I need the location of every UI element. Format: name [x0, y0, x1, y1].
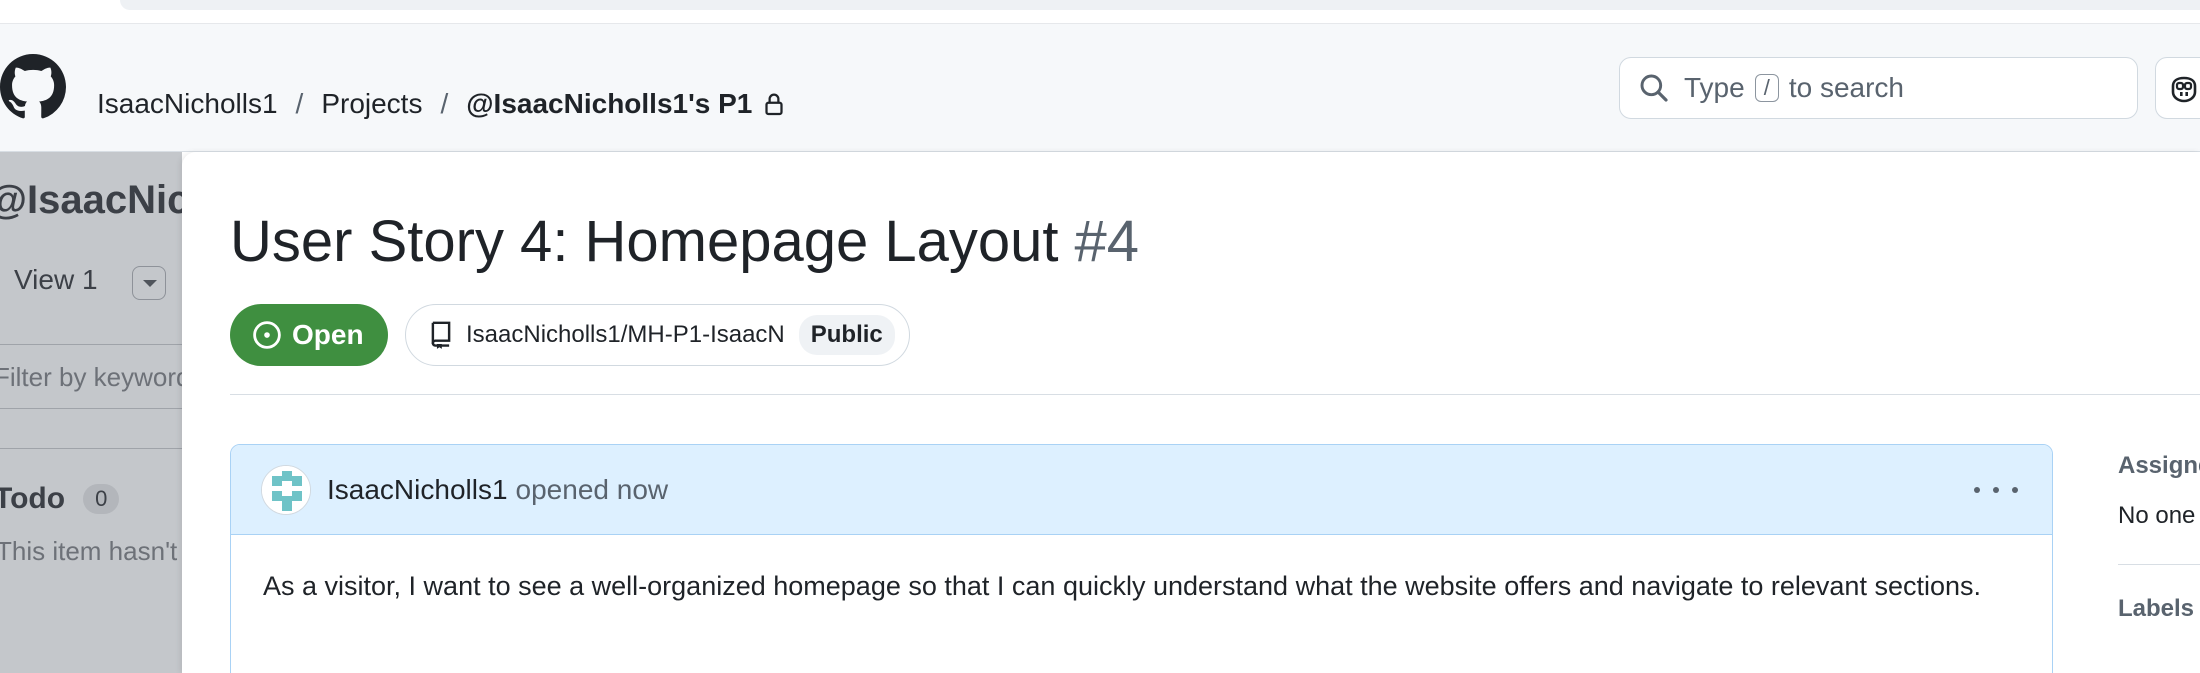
repository-link[interactable]: IsaacNicholls1/MH-P1-IsaacN Public — [405, 304, 910, 366]
divider — [0, 344, 182, 345]
issue-title: User Story 4: Homepage Layout #4 — [230, 208, 1139, 275]
labels-heading[interactable]: Labels — [2118, 595, 2200, 623]
breadcrumb-separator: / — [295, 88, 304, 119]
view-tab[interactable]: View 1 — [0, 264, 98, 296]
search-prefix: Type — [1684, 72, 1745, 103]
issue-number: #4 — [1074, 209, 1140, 274]
assignees-heading[interactable]: Assignees — [2118, 452, 2200, 480]
project-title: @IsaacNicholls1's P1 — [0, 178, 182, 222]
board-column-header: Todo 0 — [0, 482, 120, 516]
browser-tab-shadow — [120, 0, 2200, 10]
divider — [0, 408, 182, 409]
breadcrumb-project[interactable]: @IsaacNicholls1's P1 — [466, 88, 752, 120]
issue-state-badge: Open — [230, 304, 388, 366]
comment-body: As a visitor, I want to see a well-organ… — [263, 571, 1981, 601]
identicon-icon — [262, 465, 310, 514]
filter-input[interactable]: Filter by keyword or by field — [0, 362, 182, 393]
issue-comment: IsaacNicholls1 opened now As a visitor, … — [230, 444, 2053, 673]
breadcrumb-projects[interactable]: Projects — [321, 88, 422, 120]
column-name: Todo — [0, 482, 66, 515]
assignees-value: No one — [2118, 502, 2196, 529]
copilot-icon — [2171, 76, 2197, 103]
global-header: IsaacNicholls1 / Projects / @IsaacNichol… — [0, 24, 2200, 152]
column-count: 0 — [83, 484, 120, 514]
breadcrumb-owner[interactable]: IsaacNicholls1 — [97, 88, 278, 120]
divider — [230, 394, 2200, 395]
column-empty-text: This item hasn't been started — [0, 536, 182, 566]
copilot-button[interactable] — [2155, 57, 2200, 119]
issue-title-text: User Story 4: Homepage Layout — [230, 209, 1059, 274]
view-tab-label: View 1 — [14, 264, 98, 295]
search-input[interactable]: Type / to search — [1619, 57, 2138, 119]
issue-metadata-sidebar: Assignees No one Labels — [2118, 452, 2200, 623]
comment-author[interactable]: IsaacNicholls1 — [327, 474, 508, 506]
avatar[interactable] — [261, 464, 311, 515]
search-shortcut-key: / — [1754, 74, 1779, 102]
browser-top-strip — [0, 0, 2200, 24]
issue-state-label: Open — [292, 319, 364, 350]
dot — [1974, 487, 1980, 493]
view-options-dropdown[interactable] — [132, 266, 166, 300]
dot — [1993, 487, 1999, 493]
search-icon — [1640, 74, 1668, 102]
comment-header: IsaacNicholls1 opened now — [231, 445, 2052, 535]
kebab-icon[interactable] — [1974, 475, 2018, 505]
repository-name: IsaacNicholls1/MH-P1-IsaacN — [466, 321, 785, 348]
breadcrumb: IsaacNicholls1 / Projects / @IsaacNichol… — [97, 88, 784, 120]
search-suffix: to search — [1788, 72, 1904, 103]
issue-opened-icon — [253, 321, 281, 349]
divider — [2118, 564, 2200, 565]
project-board-background: @IsaacNicholls1's P1 View 1 Filter by ke… — [0, 152, 182, 673]
lock-icon — [765, 93, 783, 116]
repo-icon — [431, 321, 451, 349]
dot — [2012, 487, 2018, 493]
breadcrumb-separator: / — [440, 88, 449, 119]
visibility-badge: Public — [798, 315, 895, 355]
divider — [0, 448, 182, 449]
github-logo-icon[interactable] — [0, 54, 66, 120]
comment-timestamp[interactable]: opened now — [516, 474, 669, 506]
issue-side-panel: User Story 4: Homepage Layout #4 Open Isa… — [182, 152, 2200, 673]
